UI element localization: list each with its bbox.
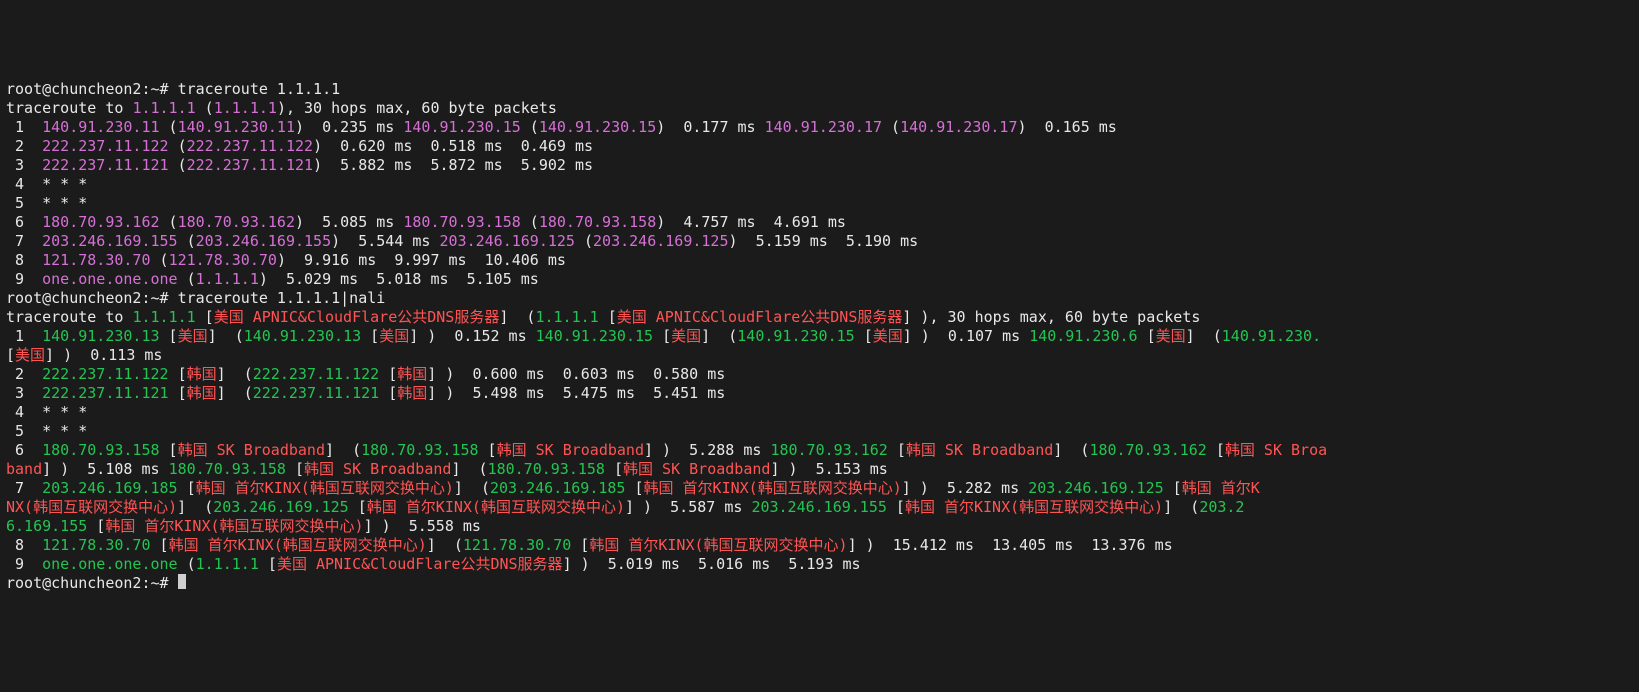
command-2: traceroute 1.1.1.1|nali	[178, 289, 386, 307]
tr2-header: traceroute to	[6, 308, 132, 326]
command-1: traceroute 1.1.1.1	[178, 80, 341, 98]
prompt: root@chuncheon2:~#	[6, 574, 169, 592]
prompt: root@chuncheon2:~#	[6, 289, 169, 307]
hop-host: 140.91.230.11	[42, 118, 159, 136]
prompt: root@chuncheon2:~#	[6, 80, 169, 98]
hop-stars: * * *	[42, 175, 87, 193]
hop-time: 0.235 ms	[322, 118, 394, 136]
terminal-output[interactable]: root@chuncheon2:~# traceroute 1.1.1.1 tr…	[6, 80, 1633, 593]
tr1-header: traceroute to	[6, 99, 132, 117]
hop-index: 1	[6, 118, 24, 136]
cursor[interactable]	[178, 574, 186, 589]
